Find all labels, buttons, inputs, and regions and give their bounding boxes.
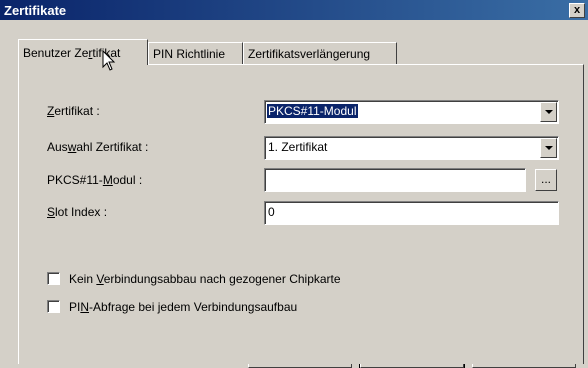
pin-abfrage-checkbox[interactable] xyxy=(47,300,60,313)
title-bar: Zertifikate x xyxy=(0,0,588,20)
mouse-cursor-icon xyxy=(102,50,116,71)
zertifikat-dropdown[interactable]: PKCS#11-Modul xyxy=(264,100,559,124)
zertifikat-value: PKCS#11-Modul xyxy=(267,104,358,118)
tab-zertifikatsverlaengerung[interactable]: Zertifikatsverlängerung xyxy=(243,42,397,64)
pin-abfrage-label: PIN-Abfrage bei jedem Verbindungsaufbau xyxy=(69,300,298,314)
auswahl-zertifikat-label: Auswahl Zertifikat : xyxy=(47,140,149,154)
tab-label: PIN Richtlinie xyxy=(153,47,226,61)
browse-button[interactable]: ... xyxy=(535,169,557,191)
kein-verbindungsabbau-checkbox[interactable] xyxy=(47,272,60,285)
zertifikat-label: Zertifikat : xyxy=(47,104,100,118)
chevron-down-icon[interactable] xyxy=(540,102,557,122)
close-button[interactable]: x xyxy=(569,3,585,18)
tab-panel: Zertifikat : PKCS#11-Modul Auswahl Zerti… xyxy=(18,64,584,364)
tab-label: Zertifikatsverlängerung xyxy=(248,47,371,61)
tab-benutzer-zertifikat[interactable]: Benutzer Zertifikat xyxy=(18,39,148,65)
tab-pin-richtlinie[interactable]: PIN Richtlinie xyxy=(148,42,243,64)
pkcs-modul-input[interactable] xyxy=(264,168,526,192)
auswahl-zertifikat-dropdown[interactable]: 1. Zertifikat xyxy=(264,136,559,160)
pkcs-modul-label: PKCS#11-Modul : xyxy=(47,173,143,187)
slot-index-value: 0 xyxy=(268,205,275,219)
window-title: Zertifikate xyxy=(4,3,67,18)
chevron-down-icon[interactable] xyxy=(540,138,557,158)
slot-index-label: Slot Index : xyxy=(47,205,108,219)
auswahl-zertifikat-value: 1. Zertifikat xyxy=(268,140,328,154)
kein-verbindungsabbau-label: Kein Verbindungsabbau nach gezogener Chi… xyxy=(69,272,341,286)
slot-index-input[interactable]: 0 xyxy=(264,201,559,225)
